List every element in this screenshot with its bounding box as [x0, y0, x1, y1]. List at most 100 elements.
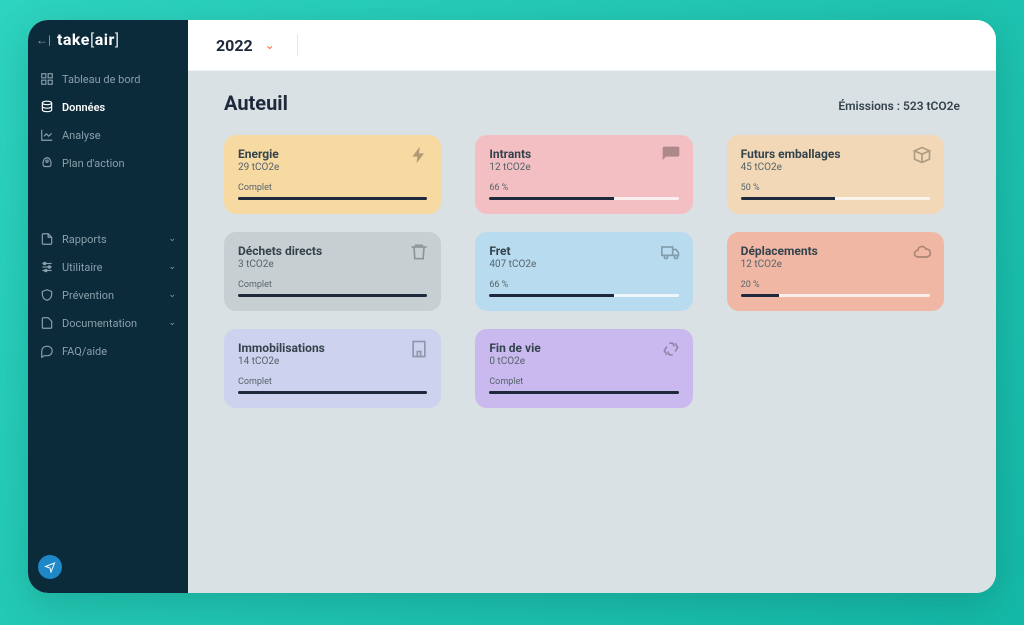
card-title: Fin de vie — [489, 341, 678, 355]
card-status: 66 % — [489, 280, 678, 290]
card-value: 12 tCO2e — [741, 259, 930, 270]
progress-bar-fill — [489, 197, 614, 200]
card-value: 14 tCO2e — [238, 356, 427, 367]
sidebar-item-donn-es[interactable]: Données — [28, 93, 188, 121]
progress-bar-fill — [489, 294, 614, 297]
card-fret[interactable]: Fret407 tCO2e66 % — [475, 232, 692, 311]
cards-grid: Energie29 tCO2eCompletIntrants12 tCO2e66… — [224, 135, 944, 408]
progress-bar — [489, 391, 678, 394]
recycle-icon — [661, 339, 681, 359]
sidebar-item-label: Données — [62, 101, 105, 114]
sidebar-item-documentation[interactable]: Documentation ⌄ — [28, 309, 188, 337]
main-area: 2022 ⌄ Auteuil Émissions : 523 tCO2e Ene… — [188, 20, 996, 593]
sidebar: ←| take[air] Tableau de bord Données Analy… — [28, 20, 188, 593]
sidebar-item-label: Utilitaire — [62, 261, 102, 274]
progress-bar — [238, 391, 427, 394]
back-icon[interactable]: ←| — [36, 33, 51, 47]
card-immobilisations[interactable]: Immobilisations14 tCO2e Complet — [224, 329, 441, 408]
progress-bar-fill — [489, 391, 678, 394]
progress-bar-fill — [741, 197, 836, 200]
brand-bracket-close: ] — [115, 30, 120, 49]
card-energie[interactable]: Energie29 tCO2e Complet — [224, 135, 441, 214]
sliders-icon — [40, 260, 54, 274]
progress-bar — [741, 294, 930, 297]
card-title: Futurs emballages — [741, 147, 930, 161]
trash-icon — [409, 242, 429, 262]
file-icon — [40, 232, 54, 246]
sidebar-item-analyse[interactable]: Analyse — [28, 121, 188, 149]
chat-bubble-icon — [661, 145, 681, 165]
help-fab[interactable] — [38, 555, 62, 579]
progress-bar — [238, 294, 427, 297]
card-title: Intrants — [489, 147, 678, 161]
sidebar-item-label: Rapports — [62, 233, 107, 246]
sidebar-item-label: Tableau de bord — [62, 73, 140, 86]
card-status: Complet — [238, 183, 427, 193]
brand-text-1: take — [57, 30, 90, 49]
card-value: 45 tCO2e — [741, 162, 930, 173]
card-dechets[interactable]: Déchets directs3 tCO2e Complet — [224, 232, 441, 311]
card-value: 407 tCO2e — [489, 259, 678, 270]
sidebar-header: ←| take[air] — [28, 20, 188, 61]
card-status: Complet — [238, 280, 427, 290]
progress-bar-fill — [238, 197, 427, 200]
sidebar-item-tableau-de-bord[interactable]: Tableau de bord — [28, 65, 188, 93]
doc-icon — [40, 316, 54, 330]
chevron-down-icon: ⌄ — [168, 318, 176, 328]
sidebar-item-label: Plan d'action — [62, 157, 125, 170]
sidebar-item-plan-d-action[interactable]: Plan d'action — [28, 149, 188, 177]
emissions-total: Émissions : 523 tCO2e — [838, 99, 960, 113]
progress-bar-fill — [741, 294, 779, 297]
card-deplacements[interactable]: Déplacements12 tCO2e 20 % — [727, 232, 944, 311]
card-title: Immobilisations — [238, 341, 427, 355]
shield-icon — [40, 288, 54, 302]
brand-text-2: air — [95, 30, 115, 49]
card-title: Déchets directs — [238, 244, 427, 258]
card-value: 12 tCO2e — [489, 162, 678, 173]
sidebar-item-label: Documentation — [62, 317, 137, 330]
topbar: 2022 ⌄ — [188, 20, 996, 71]
bolt-icon — [409, 145, 429, 165]
card-intrants[interactable]: Intrants12 tCO2e 66 % — [475, 135, 692, 214]
chevron-down-icon[interactable]: ⌄ — [265, 38, 275, 52]
card-status: 66 % — [489, 183, 678, 193]
sidebar-item-utilitaire[interactable]: Utilitaire ⌄ — [28, 253, 188, 281]
chart-icon — [40, 128, 54, 142]
page-title: Auteuil — [224, 91, 288, 115]
progress-bar-fill — [238, 391, 427, 394]
sidebar-item-label: Analyse — [62, 129, 101, 142]
dashboard-icon — [40, 72, 54, 86]
card-title: Déplacements — [741, 244, 930, 258]
nav-secondary: Rapports⌄Utilitaire⌄Prévention⌄Documenta… — [28, 221, 188, 369]
progress-bar-fill — [238, 294, 427, 297]
card-findevie[interactable]: Fin de vie0 tCO2e Complet — [475, 329, 692, 408]
content: Auteuil Émissions : 523 tCO2e Energie29 … — [188, 71, 996, 593]
topbar-divider — [297, 34, 298, 56]
card-value: 3 tCO2e — [238, 259, 427, 270]
card-title: Energie — [238, 147, 427, 161]
card-status: Complet — [489, 377, 678, 387]
sidebar-item-faq-aide[interactable]: FAQ/aide — [28, 337, 188, 365]
sidebar-item-label: Prévention — [62, 289, 114, 302]
truck-icon — [661, 242, 681, 262]
package-icon — [912, 145, 932, 165]
progress-bar — [489, 197, 678, 200]
cloud-icon — [912, 242, 932, 262]
card-status: 20 % — [741, 280, 930, 290]
app-shell: ←| take[air] Tableau de bord Données Analy… — [28, 20, 996, 593]
card-emballages[interactable]: Futurs emballages45 tCO2e 50 % — [727, 135, 944, 214]
building-icon — [409, 339, 429, 359]
card-status: 50 % — [741, 183, 930, 193]
rocket-icon — [40, 156, 54, 170]
card-status: Complet — [238, 377, 427, 387]
card-value: 29 tCO2e — [238, 162, 427, 173]
brand-logo: take[air] — [57, 30, 120, 49]
chat-icon — [40, 344, 54, 358]
year-selector-label[interactable]: 2022 — [216, 36, 253, 55]
sidebar-item-pr-vention[interactable]: Prévention⌄ — [28, 281, 188, 309]
chevron-down-icon: ⌄ — [168, 262, 176, 272]
card-value: 0 tCO2e — [489, 356, 678, 367]
progress-bar — [741, 197, 930, 200]
progress-bar — [238, 197, 427, 200]
sidebar-item-rapports[interactable]: Rapports⌄ — [28, 225, 188, 253]
